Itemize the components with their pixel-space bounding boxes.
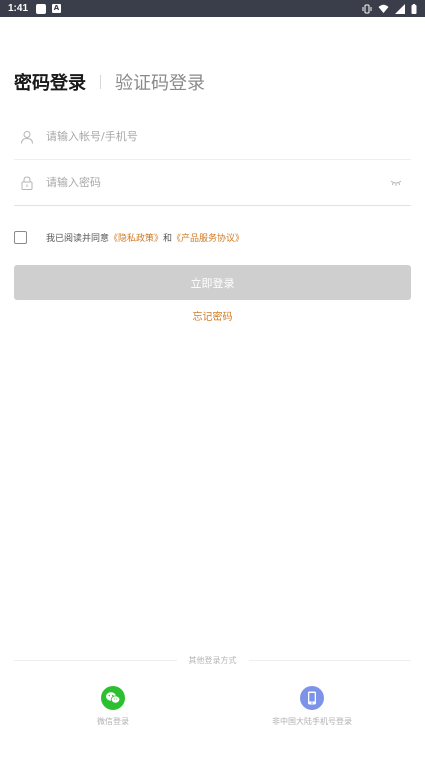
agreement-row: 我已阅读并同意《隐私政策》和《产品服务协议》 — [14, 229, 244, 245]
service-agreement-link[interactable]: 《产品服务协议》 — [172, 234, 244, 244]
wechat-login-button[interactable]: 微信登录 — [73, 686, 153, 727]
eye-closed-icon[interactable] — [385, 180, 407, 186]
agreement-text: 我已阅读并同意《隐私政策》和《产品服务协议》 — [46, 231, 244, 244]
account-input[interactable] — [46, 130, 411, 143]
other-methods-divider: 其他登录方式 — [14, 653, 411, 667]
password-field — [14, 160, 411, 206]
agreement-checkbox[interactable] — [14, 230, 27, 244]
wifi-icon — [378, 4, 389, 13]
overseas-phone-login-label: 非中国大陆手机号登录 — [272, 717, 352, 726]
vibrate-icon — [362, 4, 372, 13]
signal-icon — [395, 3, 405, 14]
lock-icon — [16, 175, 38, 190]
divider-line-left — [14, 659, 177, 661]
user-icon — [16, 130, 38, 144]
tab-code-login[interactable]: 验证码登录 — [115, 69, 205, 95]
tab-divider — [100, 75, 101, 89]
login-tabs: 密码登录 验证码登录 — [14, 68, 205, 96]
mobile-phone-icon — [300, 686, 324, 710]
account-field — [14, 114, 411, 160]
other-methods-title: 其他登录方式 — [188, 655, 237, 665]
password-input[interactable] — [46, 176, 385, 189]
privacy-policy-link[interactable]: 《隐私政策》 — [109, 234, 163, 244]
forgot-password-link[interactable]: 忘记密码 — [0, 308, 425, 323]
agreement-and: 和 — [163, 233, 173, 244]
wechat-icon — [101, 686, 125, 710]
wechat-login-label: 微信登录 — [97, 717, 129, 726]
status-time: 1:41 — [8, 3, 29, 14]
notification-icon — [36, 3, 47, 14]
tab-password-login[interactable]: 密码登录 — [14, 69, 86, 95]
divider-line-right — [248, 659, 411, 661]
battery-icon — [411, 3, 417, 14]
app-notification-icon: A — [52, 4, 62, 13]
login-button[interactable]: 立即登录 — [14, 265, 411, 300]
agreement-prefix: 我已阅读并同意 — [46, 233, 110, 244]
status-bar: 1:41 A — [0, 0, 425, 17]
overseas-phone-login-button[interactable]: 非中国大陆手机号登录 — [252, 686, 372, 727]
